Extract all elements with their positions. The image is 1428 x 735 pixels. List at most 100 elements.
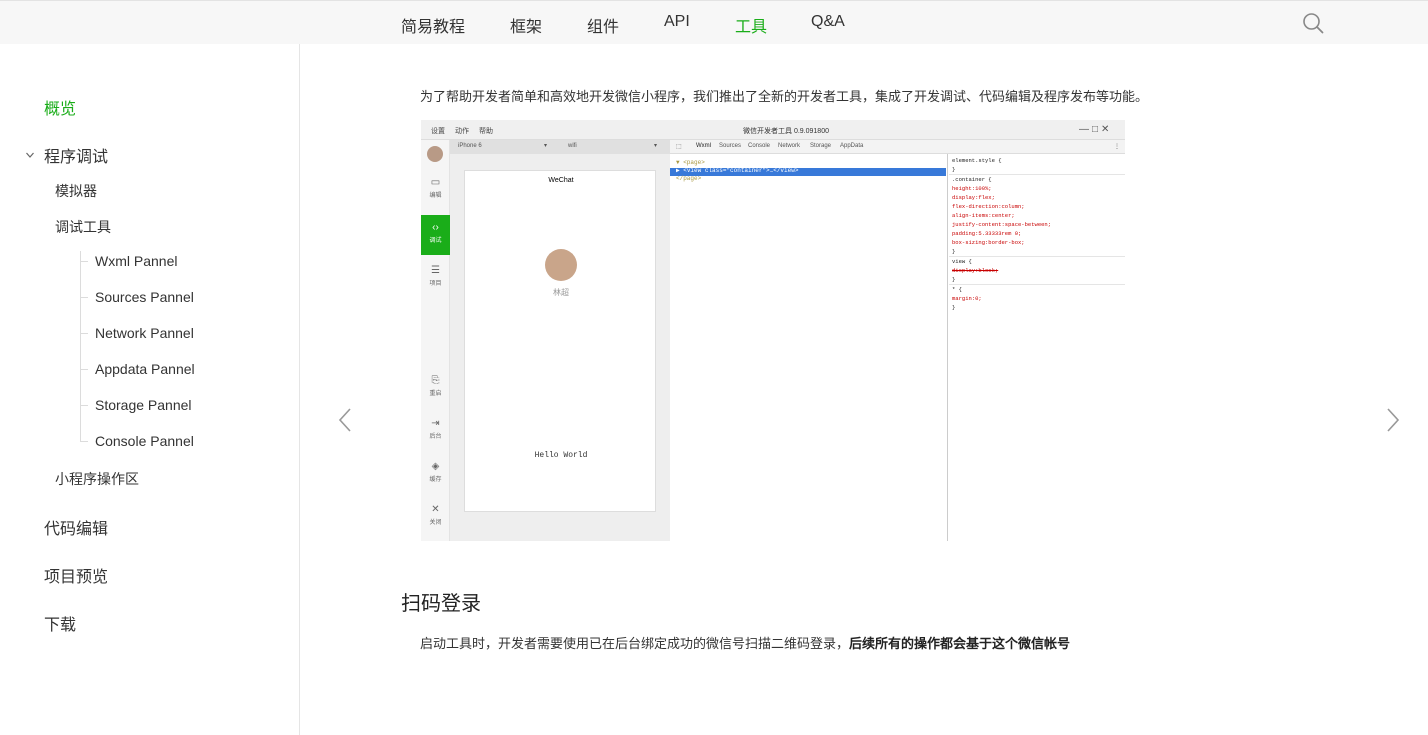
tree-tick <box>80 441 88 442</box>
tool-background: ⇥ 后台 <box>421 411 450 451</box>
style-line: box-sizing:border-box; <box>952 239 1025 246</box>
main-content: 为了帮助开发者简单和高效地开发微信小程序，我们推出了全新的开发者工具，集成了开发… <box>300 44 1428 735</box>
device-select: iPhone 6 <box>458 143 482 149</box>
debug-icon: ‹› <box>432 222 439 233</box>
restart-icon: ⎘ <box>431 375 440 386</box>
tool-label: 编辑 <box>429 193 442 199</box>
style-separator <box>949 256 1125 257</box>
sidebar-item-storage-panel[interactable]: Storage Pannel <box>95 397 192 413</box>
style-line: display:block; <box>952 267 999 274</box>
window-title: 微信开发者工具 0.9.091800 <box>743 128 829 135</box>
login-paragraph: 启动工具时，开发者需要使用已在后台绑定成功的微信号扫描二维码登录，后续所有的操作… <box>420 633 1070 652</box>
wxml-line: ▶ <view class="container">…</view> <box>676 167 799 174</box>
nav-item-api[interactable]: API <box>664 13 690 31</box>
user-avatar <box>545 249 577 281</box>
sidebar-item-debug-tools[interactable]: 调试工具 <box>55 217 111 237</box>
avatar <box>427 146 443 162</box>
list-icon: ☰ <box>431 265 440 276</box>
tree-tick <box>80 333 88 334</box>
simulator-toolbar: iPhone 6 ▾ wifi ▾ <box>450 140 670 154</box>
login-text: 启动工具时，开发者需要使用已在后台绑定成功的微信号扫描二维码登录， <box>420 636 850 651</box>
sidebar-item-network-panel[interactable]: Network Pannel <box>95 325 194 341</box>
devtools-pane: ⬚ Wxml Sources Console Network Storage A… <box>670 140 1125 541</box>
tool-debug: ‹› 调试 <box>421 215 450 255</box>
tab-console: Console <box>748 143 771 149</box>
layers-icon: ◈ <box>431 461 440 472</box>
nav-item-tools[interactable]: 工具 <box>735 13 767 37</box>
nav-item-components[interactable]: 组件 <box>587 13 619 37</box>
nav-item-qa[interactable]: Q&A <box>811 13 845 31</box>
menu-actions: 动作 <box>455 128 469 135</box>
inspect-icon: ⬚ <box>676 144 682 150</box>
tool-edit: ▭ 编辑 <box>421 170 450 210</box>
tab-sources: Sources <box>719 143 742 149</box>
devtools-tabs: ⬚ Wxml Sources Console Network Storage A… <box>670 140 1125 154</box>
style-line: } <box>952 166 956 173</box>
code-icon: ▭ <box>430 177 441 188</box>
phone-title: WeChat <box>548 177 574 184</box>
tool-label: 后台 <box>429 434 442 440</box>
sidebar-item-wxml-panel[interactable]: Wxml Pannel <box>95 253 177 269</box>
nav-item-tutorial[interactable]: 简易教程 <box>401 13 465 37</box>
style-line: margin:0; <box>952 295 982 302</box>
sidebar-item-operation-area[interactable]: 小程序操作区 <box>55 469 139 489</box>
tab-network: Network <box>778 143 801 149</box>
network-select: wifi <box>568 143 577 149</box>
sidebar-item-overview[interactable]: 概览 <box>44 95 76 119</box>
style-line: padding:5.33333rem 0; <box>952 230 1022 237</box>
section-title: 扫码登录 <box>401 593 481 615</box>
intro-text: 为了帮助开发者简单和高效地开发微信小程序，我们推出了全新的开发者工具，集成了开发… <box>420 89 1149 104</box>
search-icon[interactable] <box>1302 12 1324 34</box>
window-titlebar: 设置 动作 帮助 微信开发者工具 0.9.091800 —□✕ <box>421 120 1125 140</box>
sidebar-item-debug[interactable]: 程序调试 <box>44 143 108 167</box>
tree-tick <box>80 369 88 370</box>
wxml-line: </page> <box>676 175 702 182</box>
tab-wxml: Wxml <box>696 143 711 149</box>
tool-close: ✕ 关闭 <box>421 497 450 537</box>
tool-label: 调试 <box>429 238 442 244</box>
login-text-bold: 后续所有的操作都会基于这个微信帐号 <box>849 636 1071 651</box>
tree-line <box>80 251 81 441</box>
sidebar-item-appdata-panel[interactable]: Appdata Pannel <box>95 361 195 377</box>
tool-project: ☰ 项目 <box>421 258 450 298</box>
style-line: element.style { <box>952 157 1002 164</box>
sidebar-item-sources-panel[interactable]: Sources Pannel <box>95 289 194 305</box>
nav-item-framework[interactable]: 框架 <box>510 13 542 37</box>
menu-help: 帮助 <box>479 128 493 135</box>
style-separator <box>949 284 1125 285</box>
sidebar-item-console-panel[interactable]: Console Pannel <box>95 433 194 449</box>
chevron-left-icon[interactable] <box>337 406 353 434</box>
style-line: } <box>952 276 956 283</box>
close-icon: ✕ <box>431 504 440 515</box>
window-controls-icon: —□✕ <box>1079 124 1113 135</box>
sidebar-item-simulator[interactable]: 模拟器 <box>55 181 97 201</box>
style-line: flex-direction:column; <box>952 203 1025 210</box>
wxml-tree: ▼ <page> ▶ <view class="container">…</vi… <box>670 154 948 541</box>
sidebar-item-preview[interactable]: 项目预览 <box>44 563 108 587</box>
style-line: * { <box>952 286 962 293</box>
style-line: } <box>952 248 956 255</box>
background-icon: ⇥ <box>431 418 440 429</box>
chevron-right-icon[interactable] <box>1385 406 1401 434</box>
sidebar-item-code-edit[interactable]: 代码编辑 <box>44 515 108 539</box>
tool-cache: ◈ 缓存 <box>421 454 450 494</box>
tree-tick <box>80 261 88 262</box>
more-icon: ⋮ <box>1114 144 1120 150</box>
wxml-line: ▼ <page> <box>676 159 705 166</box>
chevron-down-icon: ▾ <box>654 143 658 149</box>
sidebar-item-download[interactable]: 下载 <box>44 611 76 635</box>
sidebar: 概览 程序调试 模拟器 调试工具 Wxml Pannel Sources Pan… <box>0 44 300 735</box>
styles-panel: element.style {} .container { height:100%… <box>949 154 1125 541</box>
chevron-down-icon[interactable] <box>25 150 35 160</box>
chevron-down-icon: ▾ <box>544 143 548 149</box>
tree-tick <box>80 405 88 406</box>
tool-sidebar: ▭ 编辑 ‹› 调试 ☰ 项目 ⎘ 重启 ⇥ 后台 ◈ 缓存 ✕ 关闭 <box>421 140 450 541</box>
style-separator <box>949 174 1125 175</box>
tree-tick <box>80 297 88 298</box>
style-line: .container { <box>952 176 992 183</box>
user-name: 林超 <box>553 288 569 297</box>
tab-storage: Storage <box>810 143 832 149</box>
style-line: height:100%; <box>952 185 992 192</box>
style-line: align-items:center; <box>952 212 1015 219</box>
tool-label: 项目 <box>429 281 442 287</box>
